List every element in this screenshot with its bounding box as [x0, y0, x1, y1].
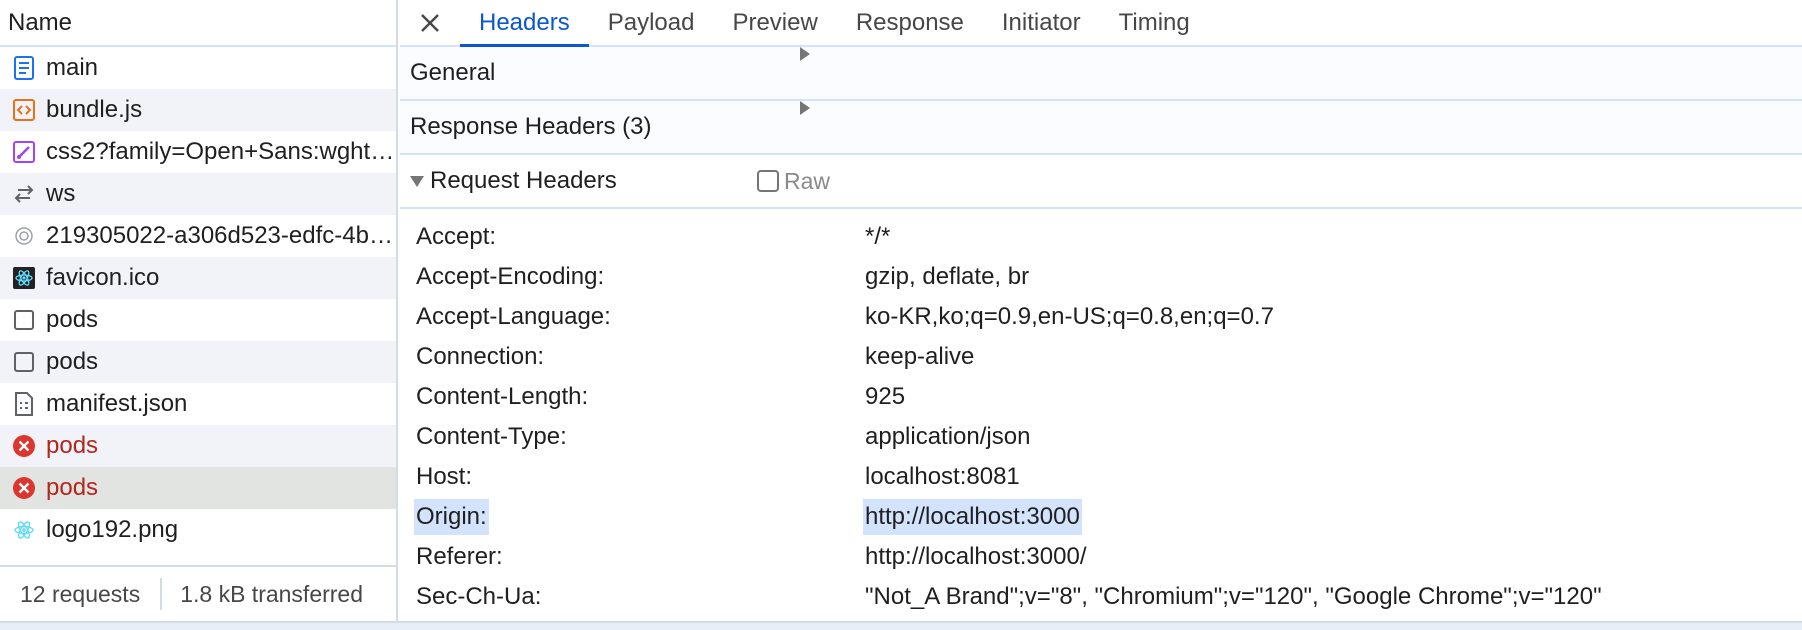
header-row: Host: localhost:8081	[400, 457, 1802, 497]
document-icon	[11, 55, 37, 81]
section-title: Response Headers (3)	[410, 113, 652, 140]
request-row-pods-error-selected[interactable]: pods	[0, 467, 396, 509]
expand-arrow-icon	[800, 101, 810, 115]
header-name: Content-Type:	[416, 423, 567, 450]
react-favicon-icon	[11, 265, 37, 291]
request-label: pods	[46, 306, 99, 333]
request-row-image[interactable]: 219305022-a306d523-edfc-4b0e-9f5a	[0, 215, 396, 257]
request-list: main bundle.js css2?family=Open+Sans:wgh…	[0, 47, 396, 551]
tab-headers[interactable]: Headers	[460, 0, 589, 47]
request-row-logo192[interactable]: logo192.png	[0, 509, 396, 551]
header-name: Sec-Ch-Ua:	[416, 583, 542, 610]
error-icon	[11, 475, 37, 501]
header-value: */*	[865, 223, 891, 250]
bottom-status-strip	[0, 621, 1802, 630]
header-row: Sec-Ch-Ua: "Not_A Brand";v="8", "Chromiu…	[400, 577, 1802, 617]
header-value: ko-KR,ko;q=0.9,en-US;q=0.8,en;q=0.7	[865, 303, 1274, 330]
header-value: "Not_A Brand";v="8", "Chromium";v="120",…	[865, 583, 1602, 610]
request-count: 12 requests	[20, 580, 141, 607]
request-label: ws	[46, 180, 76, 207]
request-row-css2[interactable]: css2?family=Open+Sans:wght@400;700&displ…	[0, 131, 396, 173]
header-name: Origin:	[414, 499, 489, 535]
details-tab-bar: Headers Payload Preview Response Initiat…	[400, 0, 1802, 47]
header-value: keep-alive	[865, 343, 975, 370]
request-label: pods	[46, 474, 99, 501]
tab-timing[interactable]: Timing	[1100, 0, 1209, 45]
close-details-button[interactable]	[400, 0, 460, 45]
request-label: main	[46, 54, 99, 81]
requests-panel: Name main bundle.js css2?family=Open+San…	[0, 0, 398, 621]
raw-toggle[interactable]: Raw	[757, 168, 830, 195]
general-section-toggle[interactable]: General	[400, 47, 1802, 101]
tab-response[interactable]: Response	[837, 0, 983, 45]
request-label: manifest.json	[46, 390, 188, 417]
response-headers-section-toggle[interactable]: Response Headers (3)	[400, 101, 1802, 155]
fetch-icon	[11, 307, 37, 333]
tab-preview[interactable]: Preview	[713, 0, 836, 45]
request-label: 219305022-a306d523-edfc-4b0e-9f5a	[46, 222, 396, 249]
header-row: Accept: */*	[400, 217, 1802, 257]
request-row-favicon[interactable]: favicon.ico	[0, 257, 396, 299]
header-value: gzip, deflate, br	[865, 263, 1030, 290]
request-row-pods-error[interactable]: pods	[0, 425, 396, 467]
react-logo-icon	[11, 517, 37, 543]
request-row-ws[interactable]: ws	[0, 173, 396, 215]
header-name: Accept-Encoding:	[416, 263, 605, 290]
header-name: Content-Length:	[416, 383, 589, 410]
request-headers-section-toggle[interactable]: Request Headers Raw	[400, 155, 1802, 209]
request-label: bundle.js	[46, 96, 143, 123]
request-headers-table: Accept: */* Accept-Encoding: gzip, defla…	[400, 217, 1802, 617]
request-row-pods[interactable]: pods	[0, 299, 396, 341]
request-label: logo192.png	[46, 516, 179, 543]
header-row: Connection: keep-alive	[400, 337, 1802, 377]
tab-initiator[interactable]: Initiator	[983, 0, 1100, 45]
header-value: 925	[865, 383, 906, 410]
header-name: Accept:	[416, 223, 497, 250]
request-row-pods[interactable]: pods	[0, 341, 396, 383]
network-summary-bar: 12 requests 1.8 kB transferred	[0, 565, 396, 621]
section-title: Request Headers	[430, 167, 617, 194]
fetch-icon	[11, 349, 37, 375]
section-title: General	[410, 59, 496, 86]
request-label: css2?family=Open+Sans:wght@400;700&displ…	[46, 138, 396, 165]
header-row: Accept-Encoding: gzip, deflate, br	[400, 257, 1802, 297]
header-name: Referer:	[416, 543, 503, 570]
request-label: pods	[46, 432, 99, 459]
header-value: application/json	[865, 423, 1031, 450]
header-row: Referer: http://localhost:3000/	[400, 537, 1802, 577]
tab-payload[interactable]: Payload	[589, 0, 714, 45]
header-value: http://localhost:3000/	[865, 543, 1087, 570]
header-name: Host:	[416, 463, 473, 490]
header-row: Content-Type: application/json	[400, 417, 1802, 457]
request-row-manifest[interactable]: manifest.json	[0, 383, 396, 425]
name-column-header[interactable]: Name	[0, 0, 396, 47]
stylesheet-icon	[11, 139, 37, 165]
request-row-main[interactable]: main	[0, 47, 396, 89]
transferred-size: 1.8 kB transferred	[180, 580, 364, 607]
header-value: localhost:8081	[865, 463, 1020, 490]
header-row-highlighted: Origin: http://localhost:3000	[400, 497, 1802, 537]
manifest-icon	[11, 391, 37, 417]
expand-arrow-icon	[800, 47, 810, 61]
close-icon	[421, 13, 439, 32]
websocket-icon	[11, 181, 37, 207]
raw-label: Raw	[784, 167, 831, 194]
image-placeholder-icon	[11, 223, 37, 249]
header-name: Accept-Language:	[416, 303, 611, 330]
header-value: http://localhost:3000	[863, 499, 1082, 535]
request-label: favicon.ico	[46, 264, 160, 291]
header-row: Content-Length: 925	[400, 377, 1802, 417]
raw-checkbox[interactable]	[757, 170, 779, 192]
header-name: Connection:	[416, 343, 545, 370]
script-icon	[11, 97, 37, 123]
collapse-arrow-icon	[410, 175, 424, 187]
error-icon	[11, 433, 37, 459]
request-label: pods	[46, 348, 99, 375]
header-row: Accept-Language: ko-KR,ko;q=0.9,en-US;q=…	[400, 297, 1802, 337]
request-row-bundle-js[interactable]: bundle.js	[0, 89, 396, 131]
request-details-panel: Headers Payload Preview Response Initiat…	[400, 0, 1802, 621]
